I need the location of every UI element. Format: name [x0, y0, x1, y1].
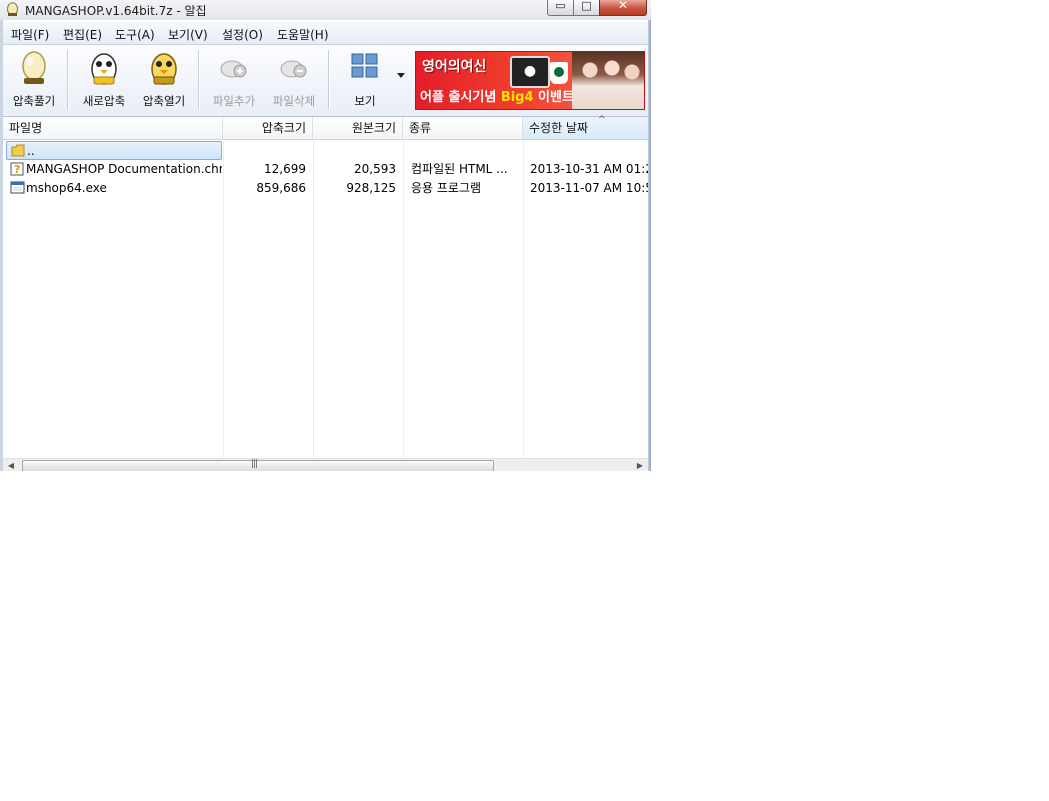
column-original-header[interactable]: 원본크기 [313, 117, 403, 139]
penguin-new-icon [91, 53, 117, 85]
ad-text: 어플 출시기념 Big4 이벤트 [420, 86, 574, 105]
list-item[interactable]: mshop64.exe 859,686 928,125 응용 프로그램 2013… [3, 179, 648, 198]
list-item[interactable]: .. [3, 141, 648, 160]
ad-banner[interactable]: 영어의여신 ● 어플 출시기념 Big4 이벤트 [415, 51, 645, 110]
file-name-text: mshop64.exe [26, 181, 107, 195]
dropdown-arrow-icon [397, 73, 405, 78]
delete-file-icon [280, 60, 307, 78]
exe-icon [10, 181, 25, 194]
extract-button[interactable]: 압축풀기 [5, 45, 63, 115]
toolbar: 압축풀기 새로압축 압축열기 파일추가 파일삭제 보기 영어의여신 ● 어플 출… [3, 45, 648, 117]
title-bar[interactable]: MANGASHOP.v1.64bit.7z - 알집 ▭ □ ✕ [0, 0, 651, 20]
scroll-right-icon[interactable]: ▶ [633, 460, 647, 471]
coffee-cup-icon [550, 62, 568, 84]
scroll-left-icon[interactable]: ◀ [4, 460, 18, 471]
new-archive-button[interactable]: 새로압축 [75, 45, 133, 115]
list-header: 파일명 압축크기 원본크기 종류 수정한 날짜 [3, 117, 648, 140]
open-archive-label: 압축열기 [142, 94, 186, 108]
list-item[interactable]: ? MANGASHOP Documentation.chm 12,699 20,… [3, 160, 648, 179]
column-divider [403, 140, 404, 458]
menu-edit[interactable]: 편집(E) [63, 26, 102, 43]
ad-photo [572, 52, 644, 109]
menu-file[interactable]: 파일(F) [11, 26, 49, 43]
close-button[interactable]: ✕ [599, 0, 647, 16]
window-frame-right [648, 20, 651, 471]
maximize-button[interactable]: □ [573, 0, 600, 16]
add-file-label: 파일추가 [212, 94, 256, 108]
menu-settings[interactable]: 설정(O) [222, 26, 263, 43]
delete-file-button[interactable]: 파일삭제 [265, 45, 323, 115]
alzip-window: MANGASHOP.v1.64bit.7z - 알집 ▭ □ ✕ 파일(F) 편… [0, 0, 651, 471]
tablet-icon: ● [510, 56, 550, 88]
file-list: .. ? MANGASHOP Documentation.chm 12,699 … [3, 140, 648, 458]
file-name: .. [6, 141, 222, 160]
view-button[interactable]: 보기 [337, 45, 393, 115]
menu-help[interactable]: 도움말(H) [277, 26, 329, 43]
file-type: 응용 프로그램 [411, 181, 482, 195]
sort-ascending-icon: ^ [598, 115, 606, 125]
file-name: ? MANGASHOP Documentation.chm [6, 160, 222, 179]
file-modified-date: 2013-10-31 AM 01:24 [530, 162, 648, 176]
column-divider [523, 140, 524, 458]
window-title: MANGASHOP.v1.64bit.7z - 알집 [25, 4, 207, 18]
alzip-egg-icon [7, 2, 18, 16]
file-name-text: MANGASHOP Documentation.chm [26, 162, 222, 176]
new-archive-label: 새로압축 [82, 94, 126, 108]
column-modified-header[interactable]: 수정한 날짜 [523, 117, 648, 139]
toolbar-separator [198, 50, 199, 110]
egg-icon [22, 51, 46, 84]
svg-text:?: ? [14, 163, 20, 176]
file-name: mshop64.exe [6, 179, 222, 198]
open-archive-button[interactable]: 압축열기 [135, 45, 193, 115]
menu-view[interactable]: 보기(V) [168, 26, 208, 43]
menu-bar: 파일(F) 편집(E) 도구(A) 보기(V) 설정(O) 도움말(H) [3, 22, 648, 45]
file-modified-date: 2013-11-07 AM 10:59 [530, 181, 648, 195]
horizontal-scrollbar[interactable]: ◀ ||| ▶ [3, 458, 648, 471]
view-dropdown-button[interactable] [394, 45, 408, 115]
minimize-button[interactable]: ▭ [547, 0, 574, 16]
column-type-header[interactable]: 종류 [403, 117, 523, 139]
chm-help-icon: ? [10, 162, 24, 176]
file-name-text: .. [27, 144, 35, 158]
file-type: 컴파일된 HTML ... [411, 162, 508, 176]
scrollbar-thumb[interactable]: ||| [22, 459, 494, 471]
ad-text-end: 이벤트 [533, 90, 574, 105]
delete-file-label: 파일삭제 [272, 94, 316, 108]
file-packed-size: 859,686 [256, 181, 306, 195]
folder-up-icon [11, 144, 25, 157]
file-original-size: 928,125 [346, 181, 396, 195]
file-packed-size: 12,699 [264, 162, 306, 176]
grip-icon: ||| [251, 459, 258, 469]
ad-text-plain: 어플 출시기념 [420, 90, 501, 105]
column-divider [223, 140, 224, 458]
toolbar-separator [67, 50, 68, 110]
toolbar-separator [328, 50, 329, 110]
apple-logo-icon: ● [523, 63, 537, 79]
column-divider [313, 140, 314, 458]
column-name-header[interactable]: 파일명 [3, 117, 223, 139]
ad-brand: 영어의여신 [422, 59, 487, 75]
close-icon: ✕ [617, 0, 629, 12]
menu-tools[interactable]: 도구(A) [115, 26, 155, 43]
view-grid-icon [351, 53, 378, 78]
view-label: 보기 [354, 94, 376, 108]
extract-label: 압축풀기 [12, 94, 56, 108]
ad-text-highlight: Big4 [500, 90, 534, 105]
penguin-open-icon [151, 53, 177, 85]
minimize-icon: ▭ [555, 0, 566, 12]
add-file-button[interactable]: 파일추가 [205, 45, 263, 115]
add-file-icon [220, 60, 247, 78]
column-packed-header[interactable]: 압축크기 [223, 117, 313, 139]
file-original-size: 20,593 [354, 162, 396, 176]
maximize-icon: □ [581, 0, 592, 12]
